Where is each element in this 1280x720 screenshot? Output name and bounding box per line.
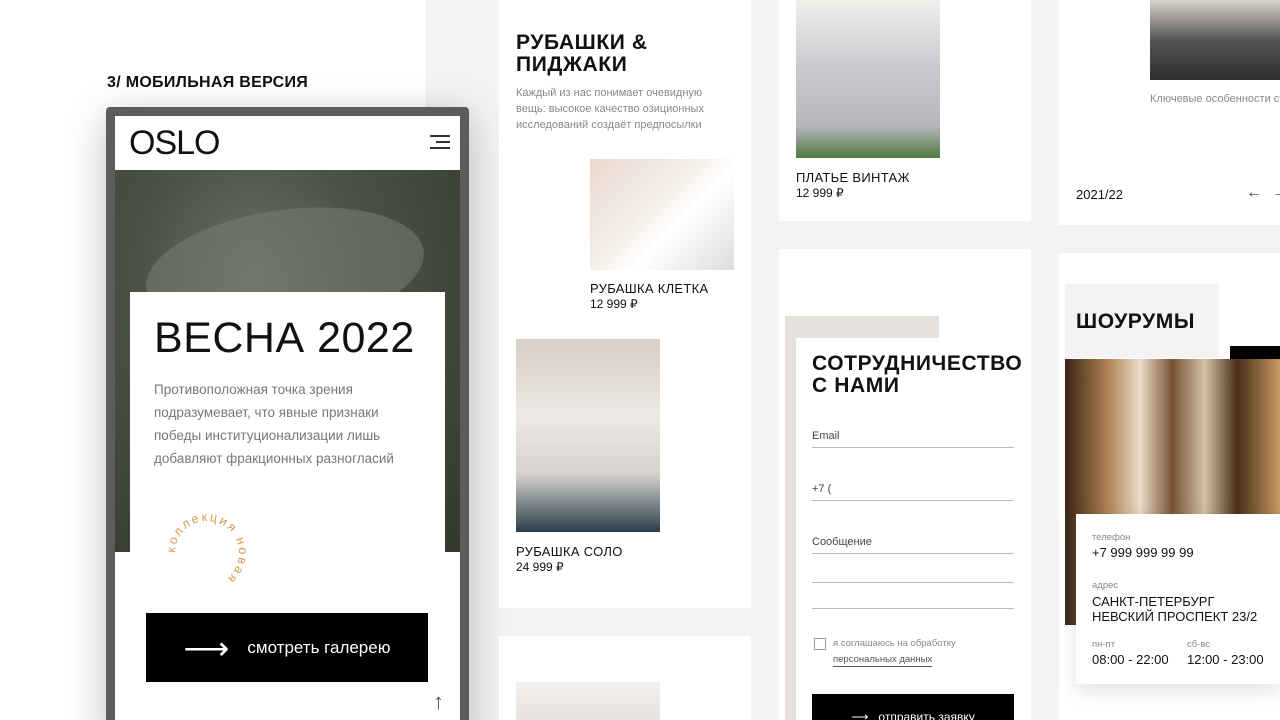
address-label: адрес (1092, 580, 1119, 591)
product-name[interactable]: РУБАШКА СОЛО (516, 544, 623, 559)
phone-screen: OSLO ВЕСНА 2022 Противоположная точка зр… (115, 116, 460, 720)
hero-title: ВЕСНА 2022 (154, 314, 415, 362)
phone-field[interactable]: +7 ( (812, 483, 1014, 501)
message-line-2[interactable] (812, 563, 1014, 583)
personal-data-link[interactable]: персональных данных (833, 654, 933, 667)
cooperation-title-line2: С НАМИ (812, 374, 900, 397)
shirts-title: РУБАШКИ & ПИДЖАКИ (516, 32, 648, 76)
product-name[interactable]: ПЛАТЬЕ ВИНТАЖ (796, 170, 910, 185)
product-name[interactable]: РУБАШКА КЛЕТКА (590, 281, 709, 296)
collection-card: Ключевые особенности структуры проекта я… (1059, 0, 1280, 225)
collection-description: Ключевые особенности структуры проекта я… (1150, 93, 1280, 105)
consent-text: я соглашаюсь на обработку (833, 638, 956, 649)
product-image-dress[interactable] (796, 0, 940, 158)
view-gallery-label: смотреть галерею (247, 637, 391, 657)
arrow-right-icon[interactable]: → (1272, 184, 1280, 202)
product-price: 12 999 ₽ (590, 297, 638, 311)
hero-description: Противоположная точка зрения подразумева… (154, 382, 394, 466)
message-line-3[interactable] (812, 589, 1014, 609)
submit-label: отправить заявку (878, 710, 975, 720)
collection-season: 2021/22 (1076, 187, 1123, 202)
cooperation-title-line1: СОТРУДНИЧЕСТВО (812, 352, 1023, 375)
scroll-up-icon[interactable]: ↑ (433, 689, 444, 715)
product-image-hat[interactable] (516, 682, 660, 720)
submit-request-button[interactable]: ⟶ отправить заявку (812, 694, 1014, 720)
arrow-right-icon: ⟶ (851, 710, 869, 720)
collection-image[interactable] (1150, 0, 1280, 80)
weekend-label: сб-вс (1187, 639, 1211, 650)
weekday-hours: 08:00 - 22:00 (1092, 652, 1169, 667)
phone-mockup: OSLO ВЕСНА 2022 Противоположная точка зр… (106, 107, 469, 720)
burger-menu-icon[interactable] (430, 135, 450, 149)
email-field[interactable]: Email (812, 430, 1014, 448)
product-image-shirt-check[interactable] (590, 159, 734, 270)
arrow-right-icon: ⟶ (183, 629, 230, 666)
shirts-card: РУБАШКИ & ПИДЖАКИ Каждый из нас понимает… (499, 0, 751, 608)
hero-card: ВЕСНА 2022 Противоположная точка зрения … (130, 292, 445, 592)
mobile-header: OSLO (115, 116, 460, 170)
product-image-shirt-solo[interactable] (516, 339, 660, 532)
address-line1: САНКТ-ПЕТЕРБУРГ (1092, 594, 1215, 609)
showrooms-title: ШОУРУМЫ (1076, 310, 1196, 333)
cooperation-title: СОТРУДНИЧЕСТВО С НАМИ (812, 353, 1022, 397)
address-line2: НЕВСКИЙ ПРОСПЕКТ 23/2 (1092, 609, 1258, 624)
arrow-left-icon[interactable]: ← (1246, 184, 1262, 202)
consent-checkbox[interactable] (814, 638, 826, 650)
new-collection-stamp: коллекция новая (164, 510, 250, 587)
dress-card: ПЛАТЬЕ ВИНТАЖ 12 999 ₽ (779, 0, 1031, 221)
shirts-title-line2: ПИДЖАКИ (516, 53, 628, 76)
weekend-hours: 12:00 - 23:00 (1187, 652, 1264, 667)
showrooms-card: ШОУРУМЫ ← → телефон +7 999 999 99 99 адр… (1059, 253, 1280, 720)
product-price: 12 999 ₽ (796, 186, 844, 200)
cooperation-card: СОТРУДНИЧЕСТВО С НАМИ Email +7 ( Сообщен… (779, 249, 1031, 720)
section-heading: 3/ МОБИЛЬНАЯ ВЕРСИЯ (107, 74, 309, 91)
phone-label: телефон (1092, 532, 1131, 543)
shirts-description: Каждый из нас понимает очевидную вещь: в… (516, 87, 704, 131)
view-gallery-button[interactable]: ⟶ смотреть галерею (146, 613, 428, 682)
product-price: 24 999 ₽ (516, 560, 564, 574)
message-field[interactable]: Сообщение (812, 536, 1014, 554)
svg-text:коллекция новая: коллекция новая (164, 510, 250, 587)
weekday-label: пн-пт (1092, 639, 1116, 650)
brand-logo[interactable]: OSLO (129, 124, 220, 163)
phone-value[interactable]: +7 999 999 99 99 (1092, 545, 1194, 560)
next-card (499, 636, 751, 720)
stamp-text: коллекция новая (164, 510, 248, 587)
shirts-title-line1: РУБАШКИ & (516, 31, 648, 54)
